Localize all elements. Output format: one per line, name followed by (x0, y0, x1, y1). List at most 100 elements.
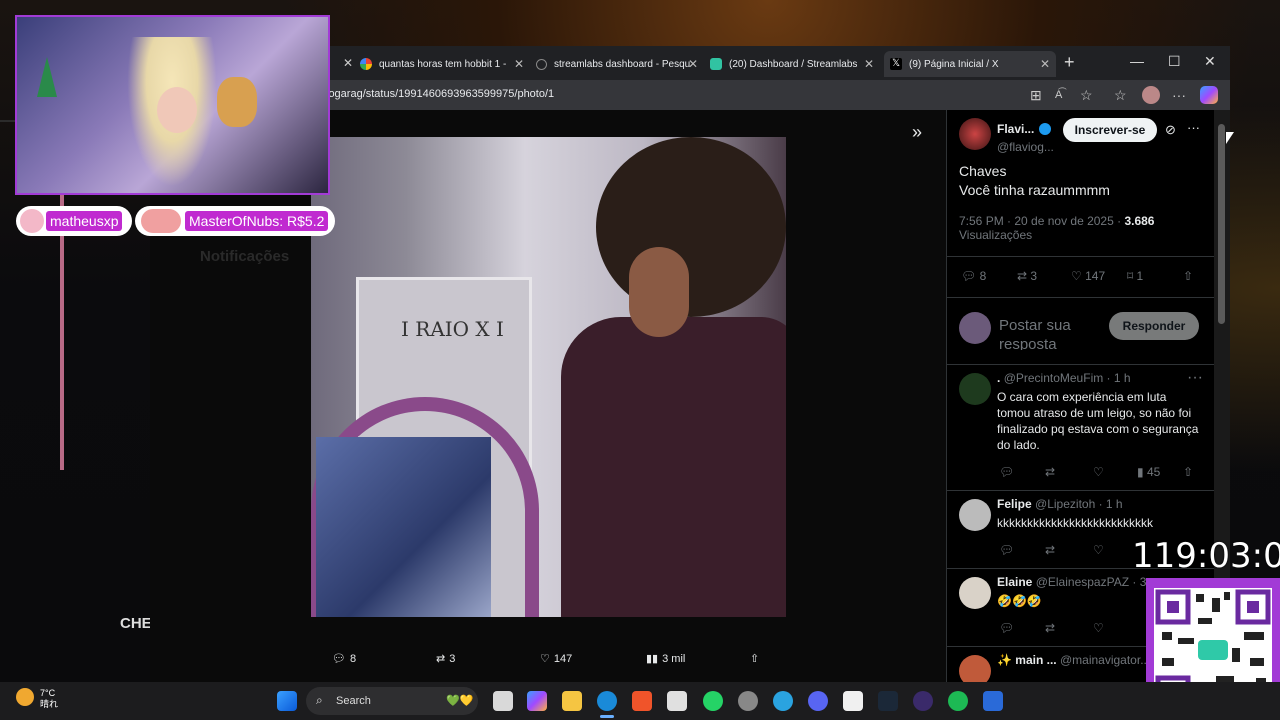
heart-icon[interactable]: ♡ (1093, 621, 1104, 635)
author-handle: @flaviog... (997, 140, 1054, 154)
bookmark-button[interactable]: ⌑ 1 (1127, 269, 1143, 283)
reply-icon[interactable]: 💬︎ (999, 465, 1014, 479)
obs-icon[interactable] (738, 691, 758, 711)
read-aloud-icon[interactable]: A͡ (1055, 89, 1062, 101)
bookmark-count: 1 (1136, 269, 1144, 283)
streamlabs-icon (710, 58, 722, 70)
reply-name[interactable]: Felipe (997, 497, 1032, 511)
author-info[interactable]: Flavi... @flaviog... (997, 120, 1054, 156)
task-view-icon[interactable] (493, 691, 513, 711)
favorites-icon[interactable]: ☆ (1114, 87, 1127, 104)
reply-avatar[interactable] (959, 373, 991, 405)
share-icon[interactable]: ⇧ (1183, 465, 1193, 479)
close-icon[interactable]: ✕ (864, 57, 874, 71)
steam-icon[interactable] (878, 691, 898, 711)
reply-name[interactable]: ✨ main ... (997, 653, 1057, 667)
apps-icon[interactable]: ⊞ (1030, 87, 1042, 104)
search-highlight-icon: 💚💛 (446, 695, 474, 707)
brave-icon[interactable] (632, 691, 652, 711)
repost-icon: ⇄ (436, 653, 446, 665)
app-icon[interactable] (983, 691, 1003, 711)
more-icon[interactable]: ··· (1187, 369, 1203, 387)
reply-avatar[interactable] (959, 655, 991, 682)
close-window-icon[interactable]: ✕ (1204, 53, 1216, 70)
reply-icon[interactable]: 💬︎ (999, 543, 1014, 557)
discord-icon[interactable] (808, 691, 828, 711)
post-time[interactable]: 7:56 PM · 20 de nov de 2025 · (959, 214, 1124, 228)
tab-streamlabs-dashboard[interactable]: (20) Dashboard / Streamlabs ✕ (710, 51, 880, 77)
favorite-star-icon[interactable]: ☆ (1080, 87, 1093, 104)
reply-submit-button[interactable]: Responder (1109, 312, 1199, 340)
weather-icon[interactable] (16, 688, 34, 706)
tab-x-home[interactable]: 𝕏 (9) Página Inicial / X ✕ (884, 51, 1056, 77)
search-label: Search (336, 695, 371, 707)
views-button[interactable]: ▮ 45 (1137, 465, 1160, 479)
minimize-icon[interactable]: — (1130, 53, 1144, 69)
store-icon[interactable] (667, 691, 687, 711)
more-icon[interactable]: ··· (1187, 120, 1200, 135)
repost-button[interactable]: ⇄ 3 (1017, 269, 1037, 283)
subscribe-button[interactable]: Inscrever-se (1063, 118, 1157, 142)
reply-button[interactable]: 💬︎ 8 (961, 269, 986, 283)
user-avatar (959, 312, 991, 344)
file-explorer-icon[interactable] (562, 691, 582, 711)
close-icon[interactable]: ✕ (688, 57, 698, 71)
reply-name[interactable]: . (997, 371, 1000, 385)
tab-streamlabs-search[interactable]: streamlabs dashboard - Pesqu ✕ (536, 51, 704, 77)
reply-count: 8 (349, 652, 357, 665)
taskbar-search[interactable]: ⌕ Search 💚💛 (306, 687, 478, 715)
start-icon[interactable] (277, 691, 297, 711)
close-icon[interactable]: ✕ (1040, 57, 1050, 71)
media-like-button[interactable]: ♡ 147 (540, 652, 572, 666)
reply-header: ✨ main ... @mainavigator... (997, 653, 1150, 667)
weather-widget[interactable]: 7°C 晴れ (40, 688, 58, 710)
reply-item[interactable]: . @PrecintoMeuFim · 1 h ··· O cara com e… (947, 364, 1215, 491)
collapse-panel-icon[interactable]: » (912, 122, 922, 143)
url-text[interactable]: iogarag/status/1991460693963599975/photo… (326, 88, 554, 100)
copilot-icon[interactable] (1200, 86, 1218, 104)
repost-icon[interactable]: ⇄ (1045, 621, 1055, 635)
media-reply-button[interactable]: 💬︎ 8 (332, 652, 357, 666)
close-icon[interactable]: ✕ (514, 57, 524, 71)
new-tab-button[interactable]: + (1064, 52, 1075, 73)
repost-icon[interactable]: ⇄ (1045, 543, 1055, 557)
repost-icon[interactable]: ⇄ (1045, 465, 1055, 479)
copilot-icon[interactable] (527, 691, 547, 711)
reply-handle: @PrecintoMeuFim · 1 h (1003, 371, 1131, 385)
scrollbar-thumb[interactable] (1218, 124, 1225, 324)
media-repost-button[interactable]: ⇄ 3 (436, 652, 455, 666)
app-icon[interactable] (843, 691, 863, 711)
share-icon[interactable]: ⇧ (1183, 269, 1193, 283)
reply-icon[interactable]: 💬︎ (999, 621, 1014, 635)
app-icon[interactable] (913, 691, 933, 711)
maximize-icon[interactable]: ☐ (1168, 53, 1181, 70)
media-share-button[interactable]: ⇧ (750, 652, 759, 665)
reply-name[interactable]: Elaine (997, 575, 1032, 589)
cake-icon (141, 209, 181, 233)
view-count: 3 mil (662, 652, 686, 665)
heart-icon: ♡ (540, 653, 550, 665)
tab-hobbit[interactable]: quantas horas tem hobbit 1 - ✕ (360, 51, 530, 77)
whatsapp-icon[interactable] (703, 691, 723, 711)
like-button[interactable]: ♡ 147 (1071, 269, 1105, 283)
reply-avatar[interactable] (959, 577, 991, 609)
heart-icon[interactable]: ♡ (1093, 465, 1104, 479)
heart-icon[interactable]: ♡ (1093, 543, 1104, 557)
profile-avatar[interactable] (1142, 86, 1160, 104)
spotify-icon[interactable] (948, 691, 968, 711)
reply-avatar[interactable] (959, 499, 991, 531)
weather-text: 晴れ (40, 699, 59, 709)
more-icon[interactable]: ··· (1172, 87, 1186, 103)
media-views-button[interactable]: ▮▮ 3 mil (646, 652, 686, 666)
post-photo[interactable]: I RAIO X I (311, 137, 786, 617)
chat-username: matheusxp (46, 211, 123, 231)
compose-reply-input[interactable]: Postar sua resposta (999, 316, 1071, 350)
telegram-icon[interactable] (773, 691, 793, 711)
author-name[interactable]: Flavi... (997, 122, 1034, 136)
close-icon[interactable]: ✕ (343, 56, 353, 70)
tab-label: (20) Dashboard / Streamlabs (729, 58, 858, 70)
author-avatar[interactable] (959, 118, 991, 150)
x-icon: 𝕏 (890, 58, 902, 70)
edge-icon[interactable] (597, 691, 617, 711)
grok-icon[interactable]: ⊘ (1165, 122, 1176, 138)
